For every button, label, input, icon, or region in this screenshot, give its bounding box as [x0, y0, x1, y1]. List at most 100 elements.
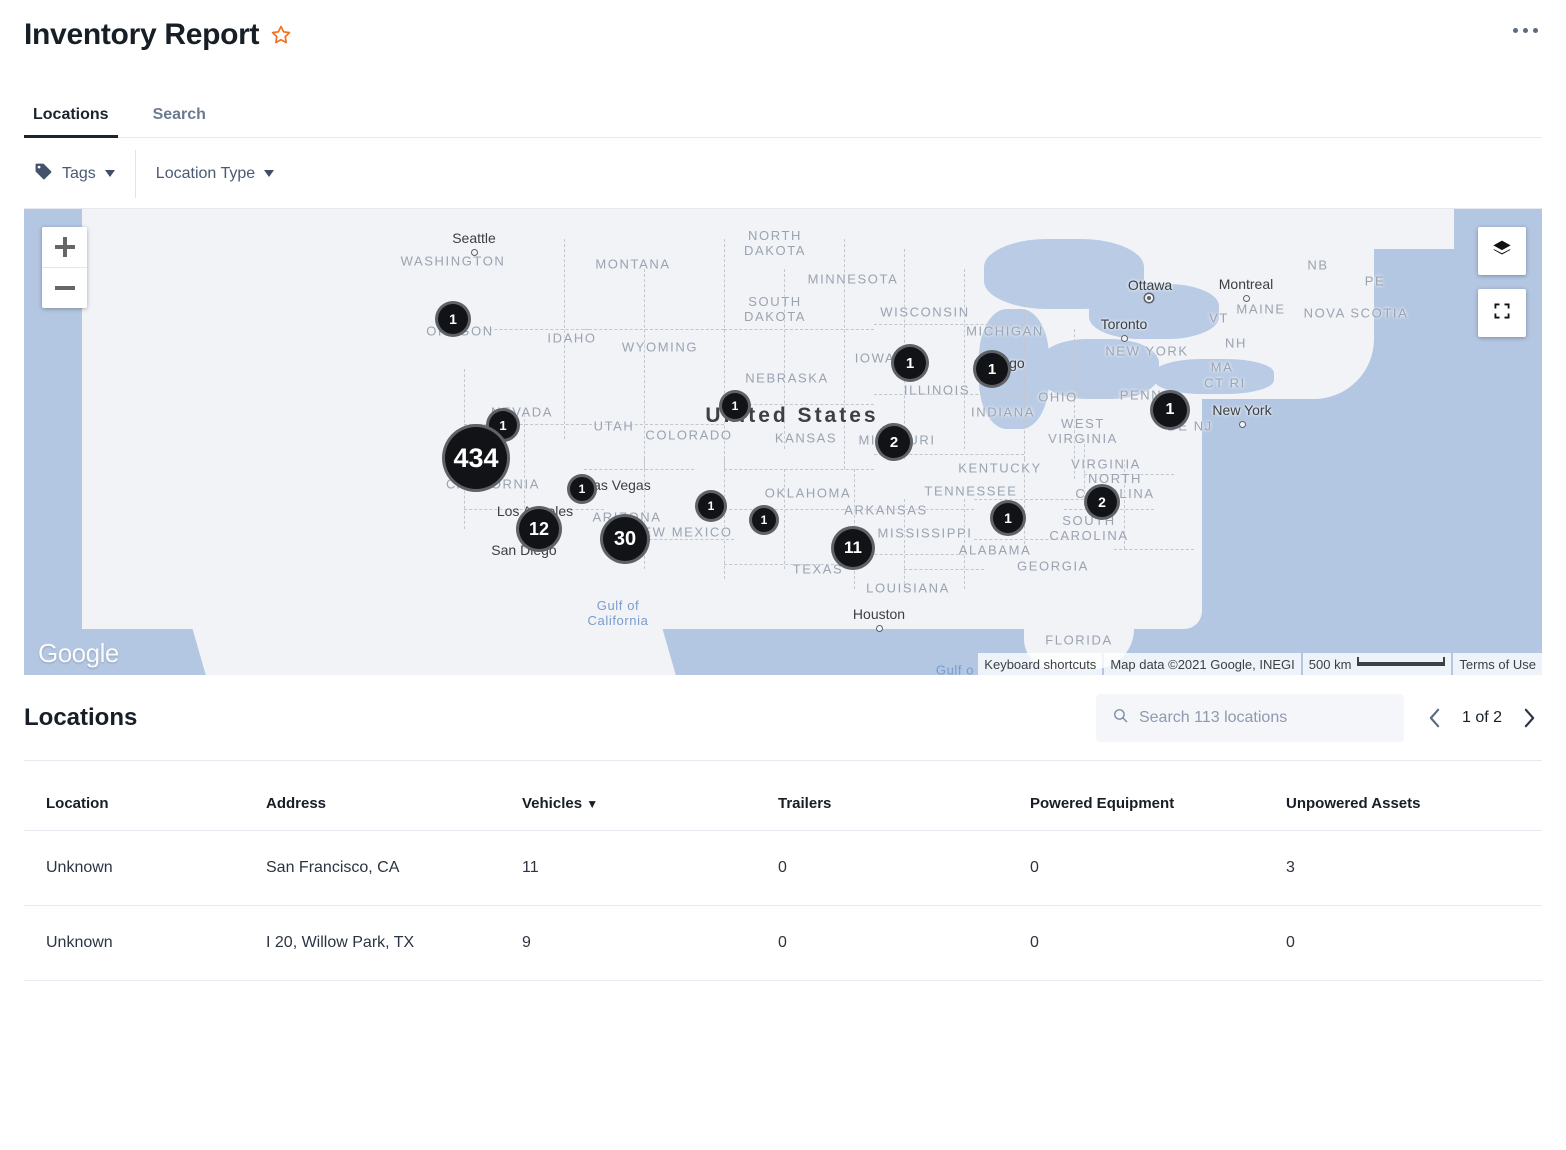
table-header-row: Location Address Vehicles ▼ Trailers Pow…: [24, 761, 1542, 831]
map-lake: [984, 239, 1144, 309]
fullscreen-icon: [1492, 301, 1512, 326]
map-state-border: [584, 424, 724, 425]
map-city-dot: [876, 625, 883, 632]
map-city-dot: [1121, 335, 1128, 342]
map-state-border: [479, 329, 589, 330]
table-cell-powered-equipment: 0: [1030, 906, 1286, 981]
column-header-location[interactable]: Location: [24, 761, 266, 831]
keyboard-shortcuts-button[interactable]: Keyboard shortcuts: [978, 653, 1102, 675]
tab-search[interactable]: Search: [144, 106, 215, 138]
map-cluster-marker[interactable]: 1: [749, 505, 779, 535]
table-cell-address: San Francisco, CA: [266, 831, 522, 906]
table-cell-location: Unknown: [24, 906, 266, 981]
map-cluster-marker[interactable]: 2: [1084, 484, 1120, 520]
map-city-dot: [471, 249, 478, 256]
tab-locations[interactable]: Locations: [24, 106, 118, 138]
table-cell-location: Unknown: [24, 831, 266, 906]
map-state-border: [1084, 439, 1085, 499]
map-state-border: [844, 509, 974, 510]
star-outline-icon[interactable]: [269, 23, 293, 47]
table-cell-trailers: 0: [778, 906, 1030, 981]
map-cluster-marker[interactable]: 12: [516, 506, 562, 552]
map-cluster-marker[interactable]: 1: [990, 500, 1026, 536]
table-cell-powered-equipment: 0: [1030, 831, 1286, 906]
pagination: 1 of 2: [1422, 701, 1542, 735]
map-layers-button[interactable]: [1478, 227, 1526, 275]
map-cluster-marker[interactable]: 30: [600, 514, 650, 564]
map-state-border: [874, 324, 1024, 325]
filter-tags-label: Tags: [62, 165, 96, 183]
map-state-border: [844, 239, 845, 469]
map-fullscreen-button[interactable]: [1478, 289, 1526, 337]
filter-location-type[interactable]: Location Type: [146, 159, 284, 189]
map-state-border: [964, 269, 965, 449]
filter-tags[interactable]: Tags: [24, 156, 125, 192]
table-body: UnknownSan Francisco, CA11003UnknownI 20…: [24, 831, 1542, 981]
column-header-powered-equipment[interactable]: Powered Equipment: [1030, 761, 1286, 831]
map-lake: [1039, 339, 1159, 399]
page-title: Inventory Report: [24, 18, 259, 52]
prev-page-button[interactable]: [1422, 701, 1448, 735]
map-cluster-marker[interactable]: 1: [719, 390, 751, 422]
map-canvas[interactable]: WASHINGTONMONTANANORTH DAKOTASOUTH DAKOT…: [24, 209, 1542, 675]
map-state-border: [1024, 394, 1144, 395]
map-landmass: [1024, 539, 1134, 669]
map-city-dot: [1147, 296, 1151, 300]
map-state-border: [724, 329, 874, 330]
map-scale: 500 km: [1303, 653, 1452, 675]
next-page-button[interactable]: [1516, 701, 1542, 735]
terms-of-use-link[interactable]: Terms of Use: [1453, 653, 1542, 675]
ellipsis-icon[interactable]: [1507, 22, 1544, 39]
map-cluster-marker[interactable]: 434: [442, 424, 510, 492]
map-container[interactable]: WASHINGTONMONTANANORTH DAKOTASOUTH DAKOT…: [24, 209, 1542, 675]
map-cluster-marker[interactable]: 1: [1150, 390, 1190, 430]
column-header-unpowered-assets[interactable]: Unpowered Assets: [1286, 761, 1542, 831]
map-state-border: [974, 499, 1094, 500]
map-attribution: Map data ©2021 Google, INEGI: [1104, 653, 1300, 675]
map-footer: Keyboard shortcuts Map data ©2021 Google…: [978, 653, 1542, 675]
table-cell-vehicles: 9: [522, 906, 778, 981]
map-zoom-control[interactable]: [42, 227, 87, 308]
map-cluster-marker[interactable]: 1: [973, 350, 1011, 388]
column-header-address[interactable]: Address: [266, 761, 522, 831]
column-header-vehicles-label: Vehicles: [522, 795, 582, 812]
map-cluster-marker[interactable]: 1: [567, 474, 597, 504]
chevron-down-icon: [264, 170, 274, 177]
table-cell-unpowered-assets: 0: [1286, 906, 1542, 981]
map-city-dot: [1239, 421, 1246, 428]
table-cell-address: I 20, Willow Park, TX: [266, 906, 522, 981]
tabs-bar: Locations Search: [0, 78, 1566, 138]
map-state-border: [1084, 474, 1174, 475]
map-state-border: [1024, 459, 1025, 549]
map-state-border: [584, 329, 724, 330]
column-header-trailers[interactable]: Trailers: [778, 761, 1030, 831]
locations-search-box[interactable]: [1096, 694, 1404, 742]
tag-icon: [34, 162, 53, 186]
map-state-border: [724, 239, 725, 469]
map-cluster-marker[interactable]: 11: [831, 526, 875, 570]
map-cluster-marker[interactable]: 1: [695, 490, 727, 522]
map-state-border: [644, 269, 645, 469]
table-row[interactable]: UnknownSan Francisco, CA11003: [24, 831, 1542, 906]
map-state-border: [724, 469, 874, 470]
zoom-out-button[interactable]: [42, 267, 87, 307]
map-scale-label: 500 km: [1309, 657, 1352, 672]
search-input[interactable]: [1139, 709, 1388, 727]
map-cluster-marker[interactable]: 2: [875, 423, 913, 461]
map-cluster-marker[interactable]: 1: [891, 344, 929, 382]
locations-section-header: Locations 1 of 2: [24, 675, 1542, 761]
table-cell-trailers: 0: [778, 831, 1030, 906]
pagination-label: 1 of 2: [1462, 709, 1502, 727]
map-state-border: [974, 539, 1084, 540]
map-state-border: [964, 499, 965, 589]
column-header-vehicles[interactable]: Vehicles ▼: [522, 761, 778, 831]
sort-descending-icon: ▼: [586, 797, 598, 811]
page-header: Inventory Report: [0, 0, 1566, 78]
table-cell-vehicles: 11: [522, 831, 778, 906]
map-cluster-marker[interactable]: 1: [435, 301, 471, 337]
map-state-border: [644, 539, 734, 540]
table-row[interactable]: UnknownI 20, Willow Park, TX9000: [24, 906, 1542, 981]
map-state-border: [784, 269, 785, 449]
zoom-in-button[interactable]: [42, 227, 87, 267]
map-state-border: [724, 564, 834, 565]
